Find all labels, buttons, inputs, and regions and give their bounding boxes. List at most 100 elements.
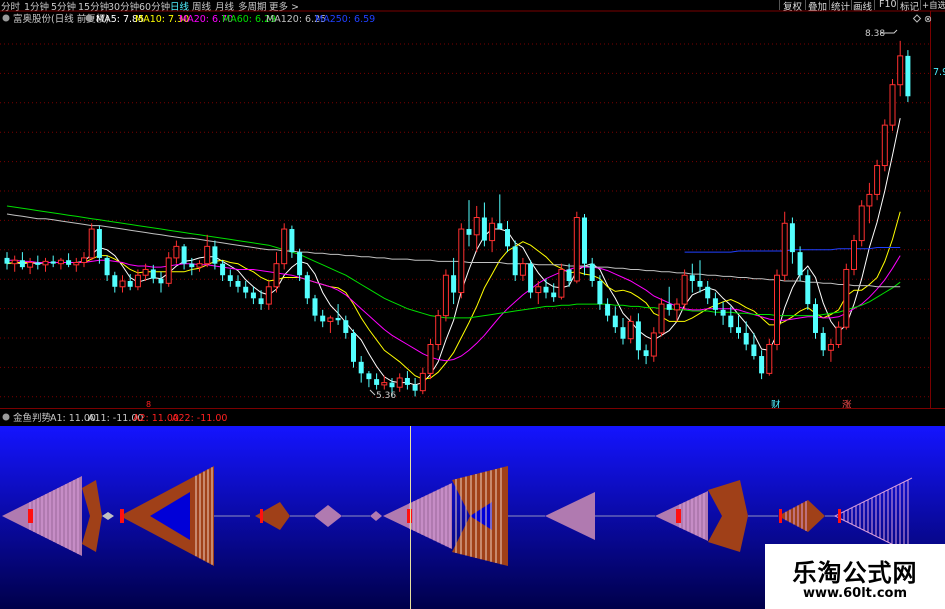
candle-body [381, 382, 388, 386]
candle-body [189, 263, 195, 268]
candle [813, 298, 818, 339]
candle-body [435, 315, 442, 345]
candle [158, 271, 164, 293]
candle-body [658, 303, 665, 334]
candle-body [774, 274, 780, 345]
candle [351, 329, 356, 368]
candle-body [258, 298, 264, 305]
candle [566, 263, 572, 287]
candle-body [142, 268, 149, 276]
low-price-label: 5.36 [376, 391, 396, 401]
candle [327, 315, 334, 333]
candle-body [858, 205, 865, 242]
candle [212, 240, 218, 270]
candle [165, 252, 172, 287]
candle [835, 321, 842, 348]
candle-body [412, 384, 418, 391]
candle-body [512, 246, 518, 276]
candle [874, 159, 881, 201]
settings-icon[interactable] [85, 14, 93, 22]
candle [573, 211, 580, 284]
candle [265, 281, 272, 310]
candle [435, 309, 442, 351]
candle [273, 252, 280, 293]
candle-body [358, 361, 364, 374]
candle-body [235, 281, 241, 287]
candle-body [289, 229, 295, 253]
candle-body [81, 257, 87, 264]
candle-body [404, 377, 410, 385]
close-panel-icon[interactable]: ⊗ [924, 14, 932, 25]
candle-body [173, 245, 180, 259]
candle-body [528, 263, 534, 293]
candle-body [165, 257, 172, 284]
candle [543, 278, 549, 299]
candle-body [312, 298, 318, 316]
candle-body [297, 252, 303, 276]
candle-body [458, 228, 465, 294]
candle-body [843, 268, 850, 328]
candle-body [489, 222, 496, 242]
watermark-url: www.60lt.com [802, 586, 908, 601]
candle-body [327, 317, 334, 322]
candle-body [889, 84, 896, 126]
candle-body [320, 315, 326, 322]
candle [605, 298, 611, 322]
candle-body [250, 292, 256, 299]
candle-body [466, 229, 472, 235]
candle [442, 269, 449, 322]
candle [466, 200, 472, 247]
diamond-icon[interactable] [912, 14, 922, 23]
candle [419, 367, 426, 395]
candle-body [582, 217, 587, 264]
candle [304, 271, 310, 305]
candle-body [505, 229, 510, 247]
candle-body [620, 327, 626, 339]
candle-body [827, 344, 834, 351]
candle [528, 260, 534, 299]
a22-label: A22: -11.00 [172, 413, 227, 424]
collapse-icon[interactable] [2, 14, 10, 22]
candle-body [736, 327, 741, 333]
candle-body [650, 332, 657, 357]
candle [458, 223, 465, 299]
main-header: 富奥股份(日线 前复权) MA5: 7.85 MA10: 7.30 MA20: … [2, 13, 375, 25]
candle [96, 225, 102, 264]
candle [235, 275, 241, 293]
candle [635, 313, 641, 360]
candle-body [805, 275, 811, 305]
candle-body [204, 245, 211, 265]
candle-body [551, 292, 557, 298]
candle [366, 371, 372, 388]
candle-body [66, 260, 72, 265]
candle-body [497, 223, 503, 230]
signal-mark [120, 509, 124, 523]
candle-body [766, 344, 773, 374]
candle-body [866, 193, 873, 207]
candle [489, 217, 496, 253]
candle-body [797, 252, 803, 276]
candle [104, 255, 110, 281]
candle-body [743, 332, 749, 345]
candle [119, 275, 126, 293]
ma250-label: MA250: 6.59 [315, 14, 375, 25]
candle [427, 338, 434, 380]
candle-body [427, 344, 434, 374]
candle-body [304, 275, 310, 299]
candle-body [343, 320, 349, 333]
low-pointer [369, 389, 376, 396]
candle-body [396, 377, 403, 388]
candle-body [11, 259, 18, 265]
candles [4, 40, 911, 397]
candle-body [150, 269, 156, 279]
candle-body [351, 332, 356, 362]
candle-body [635, 321, 641, 351]
candle-body [612, 315, 618, 328]
candle-body [705, 286, 711, 299]
candle [112, 271, 118, 293]
signal-mark [28, 509, 33, 523]
candle-body [196, 263, 203, 268]
indicator-settings-icon[interactable] [2, 413, 10, 421]
candle [73, 257, 80, 272]
stock-title: 富奥股份(日线 前复权) [13, 13, 109, 25]
